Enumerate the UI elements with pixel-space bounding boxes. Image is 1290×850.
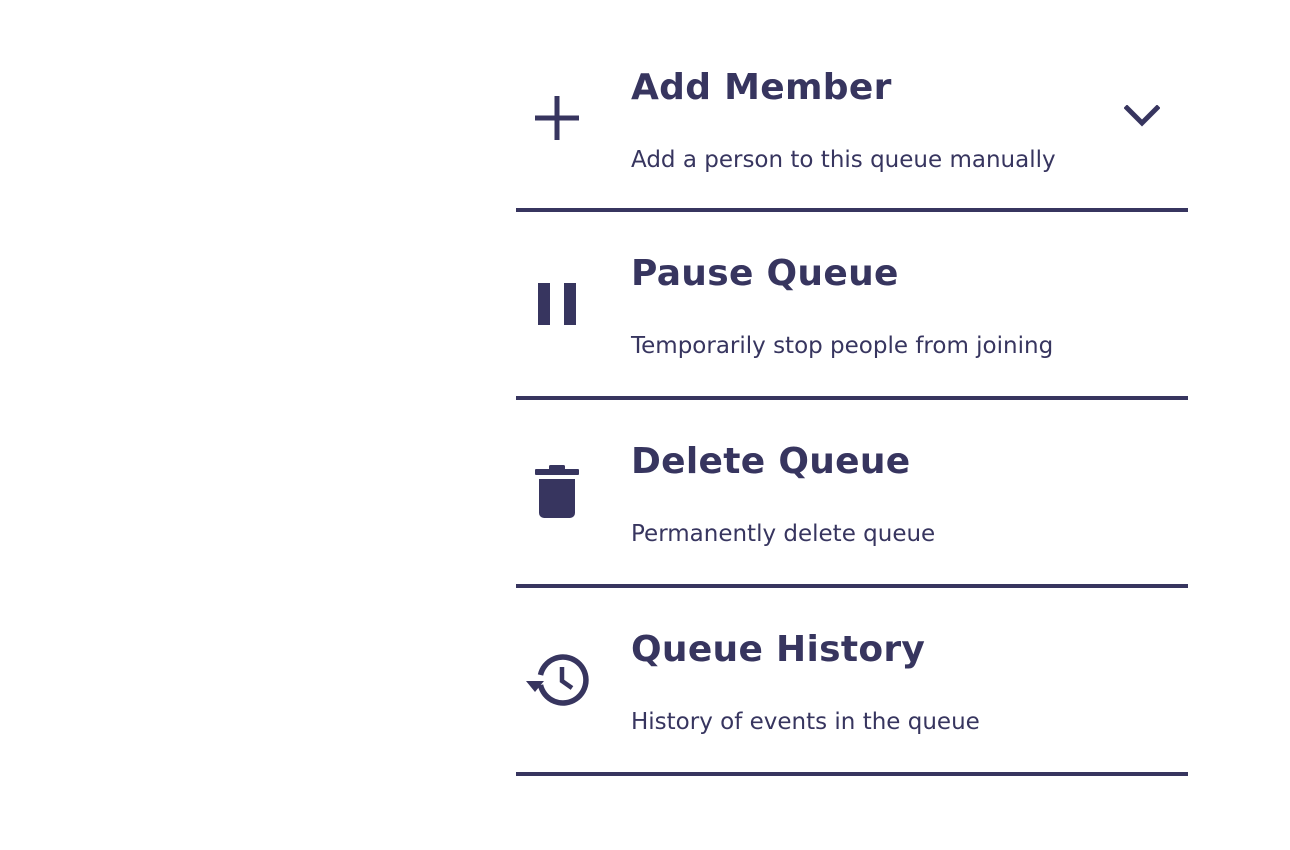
delete-queue-title: Delete Queue [631,441,911,482]
queue-history-title: Queue History [631,629,926,670]
pause-queue-title: Pause Queue [631,253,899,294]
pause-icon [524,271,590,337]
pause-queue-item[interactable]: Pause Queue Temporarily stop people from… [516,212,1188,400]
delete-queue-description: Permanently delete queue [631,521,936,547]
add-member-title: Add Member [631,67,892,108]
trash-icon [524,459,590,525]
chevron-down-icon[interactable] [1122,100,1162,132]
delete-queue-item[interactable]: Delete Queue Permanently delete queue [516,400,1188,588]
add-member-description: Add a person to this queue manually [631,147,1056,173]
history-icon [524,647,590,713]
add-member-item[interactable]: Add Member Add a person to this queue ma… [516,26,1188,212]
queue-actions-menu: Add Member Add a person to this queue ma… [516,26,1188,776]
plus-icon [524,85,590,151]
queue-history-item[interactable]: Queue History History of events in the q… [516,588,1188,776]
queue-history-description: History of events in the queue [631,709,980,735]
pause-queue-description: Temporarily stop people from joining [631,333,1054,359]
